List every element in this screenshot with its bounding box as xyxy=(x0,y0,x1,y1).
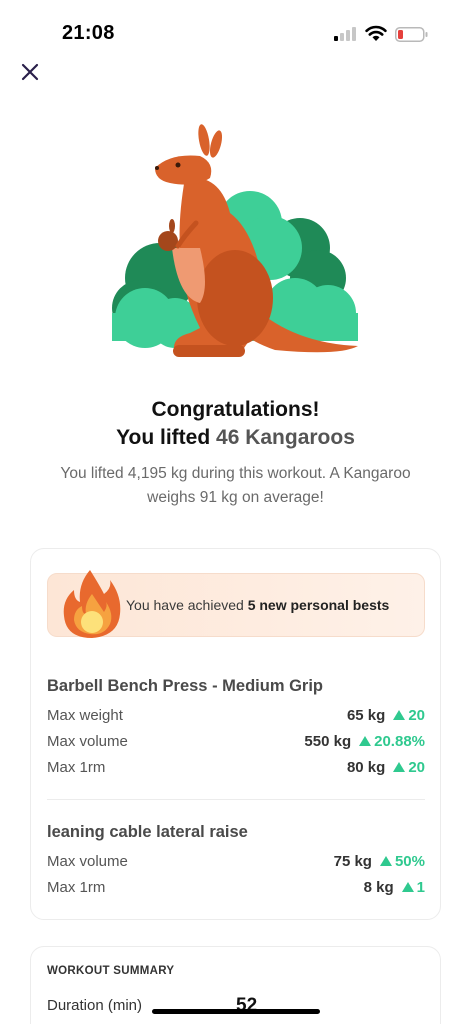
personal-bests-banner: You have achieved 5 new personal bests xyxy=(47,570,425,638)
record-amount: 75 kg xyxy=(333,853,372,870)
banner-count: 5 new personal bests xyxy=(247,597,390,613)
increase-arrow-icon xyxy=(379,856,392,866)
record-value: 80 kg 20 xyxy=(347,759,425,776)
exercise-title: Barbell Bench Press - Medium Grip xyxy=(47,677,323,695)
increase-arrow-icon xyxy=(393,710,406,720)
banner-prefix: You have achieved xyxy=(126,597,248,613)
home-indicator[interactable] xyxy=(152,1009,320,1014)
lifted-highlight: 46 Kangaroos xyxy=(216,426,355,449)
record-row: Max 1rm 80 kg 20 xyxy=(47,759,425,781)
record-row: Max weight 65 kg 20 xyxy=(47,707,425,729)
record-label: Max volume xyxy=(47,853,128,870)
record-value: 75 kg 50% xyxy=(334,853,425,870)
lifted-subtext: You lifted 4,195 kg during this workout.… xyxy=(60,465,411,506)
record-row: Max volume 75 kg 50% xyxy=(47,853,425,875)
kangaroo-illustration xyxy=(112,124,358,357)
record-label: Max 1rm xyxy=(47,879,106,896)
record-row: Max 1rm 8 kg 1 xyxy=(47,879,425,901)
record-amount: 65 kg xyxy=(346,707,386,724)
record-delta: 1 xyxy=(416,879,425,896)
lifted-prefix: You lifted xyxy=(116,426,217,449)
personal-bests-card: You have achieved 5 new personal bests B… xyxy=(30,548,441,920)
record-delta: 50% xyxy=(394,853,425,870)
duration-label: Duration (min) xyxy=(47,997,143,1014)
cellular-signal-icon xyxy=(334,27,356,41)
wifi-icon xyxy=(365,25,387,41)
workout-summary-title: WORKOUT SUMMARY xyxy=(47,965,175,977)
lifted-headline: You lifted 46 Kangaroos xyxy=(0,424,471,451)
increase-arrow-icon xyxy=(393,762,406,772)
close-icon[interactable] xyxy=(18,60,42,84)
record-value: 8 kg 1 xyxy=(364,879,425,896)
congratulations-title: Congratulations! xyxy=(151,398,320,421)
increase-arrow-icon xyxy=(401,882,414,892)
record-label: Max weight xyxy=(47,707,123,724)
status-bar: 21:08 xyxy=(0,0,471,70)
exercise-title: leaning cable lateral raise xyxy=(47,823,248,841)
record-amount: 80 kg xyxy=(346,759,386,776)
record-value: 550 kg 20.88% xyxy=(304,733,425,750)
status-time: 21:08 xyxy=(62,22,115,44)
record-row: Max volume 550 kg 20.88% xyxy=(47,733,425,755)
record-delta: 20.88% xyxy=(374,733,425,750)
record-label: Max 1rm xyxy=(47,759,106,776)
record-delta: 20 xyxy=(408,759,425,776)
section-divider xyxy=(47,799,425,800)
increase-arrow-icon xyxy=(359,736,372,746)
personal-bests-text: You have achieved 5 new personal bests xyxy=(126,597,389,613)
record-amount: 550 kg xyxy=(304,733,352,750)
battery-low-icon xyxy=(395,27,428,42)
record-amount: 8 kg xyxy=(363,879,394,896)
record-label: Max volume xyxy=(47,733,128,750)
flame-icon xyxy=(63,570,121,638)
record-delta: 20 xyxy=(408,707,425,724)
record-value: 65 kg 20 xyxy=(347,707,425,724)
